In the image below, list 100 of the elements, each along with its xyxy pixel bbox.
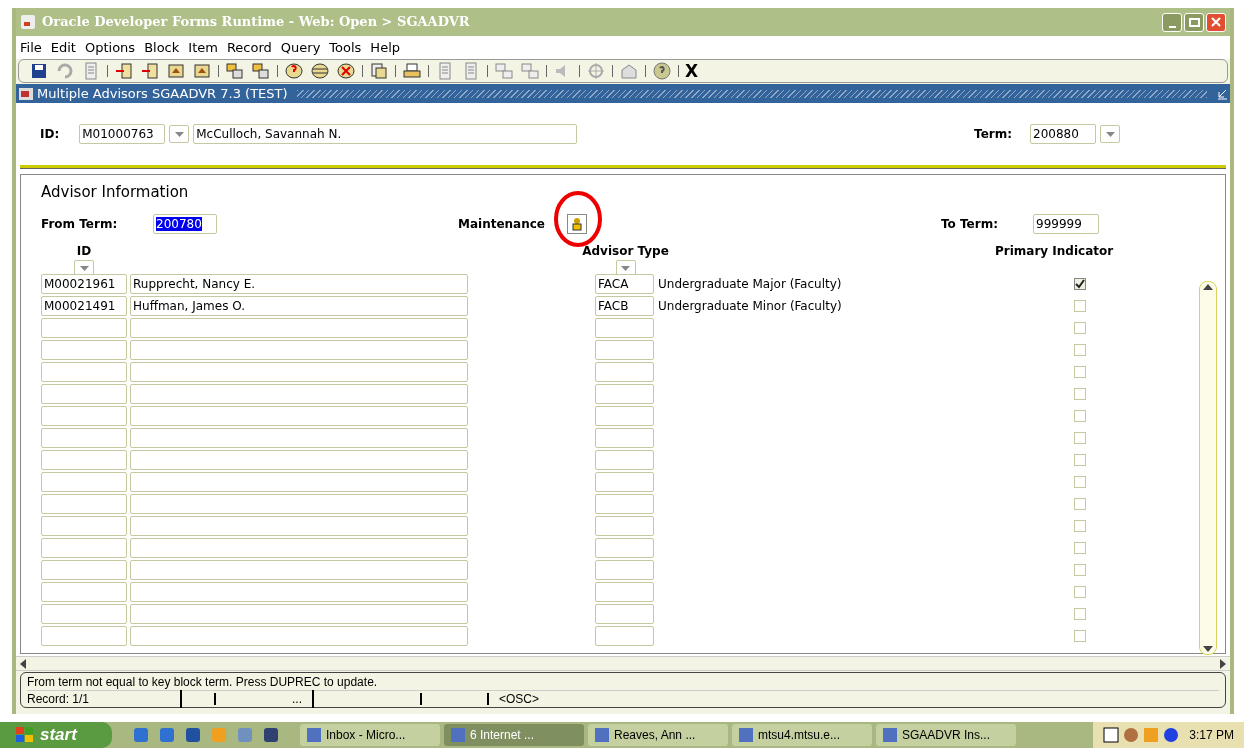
advisor-name-field[interactable] <box>130 581 468 602</box>
tray-up-icon[interactable] <box>166 61 186 81</box>
advisor-id-field[interactable] <box>41 405 127 426</box>
advisor-id-field[interactable]: M00021961 <box>41 273 127 294</box>
from-term-field[interactable]: 200780 <box>153 213 217 234</box>
advisor-type-field[interactable] <box>595 471 654 492</box>
menu-item[interactable]: Edit <box>50 37 76 58</box>
maintenance-button[interactable] <box>567 213 587 234</box>
advisor-type-field[interactable] <box>595 449 654 470</box>
menu-item[interactable]: Block <box>144 37 180 58</box>
taskbar-button[interactable]: 6 Internet ... <box>444 724 584 746</box>
menu-item[interactable]: Tools <box>329 37 362 58</box>
maximize-button[interactable] <box>1184 12 1204 32</box>
dropdown-button[interactable] <box>1100 125 1120 143</box>
exit-button[interactable]: X <box>685 62 699 80</box>
advisor-id-field[interactable] <box>41 427 127 448</box>
advisor-name-field[interactable] <box>130 449 468 470</box>
advisor-id-field[interactable] <box>41 317 127 338</box>
documents-icon[interactable] <box>369 61 389 81</box>
minimize-button[interactable] <box>1162 12 1182 32</box>
term-field[interactable]: 200880 <box>1030 124 1096 144</box>
advisor-type-field[interactable] <box>595 317 654 338</box>
advisor-type-field[interactable] <box>595 361 654 382</box>
advisor-type-field[interactable] <box>595 383 654 404</box>
crosshair-icon[interactable] <box>586 61 606 81</box>
advisor-name-field[interactable] <box>130 339 468 360</box>
advisor-id-field[interactable] <box>41 515 127 536</box>
advisor-id-field[interactable]: M00021491 <box>41 295 127 316</box>
database-cross-icon[interactable] <box>336 61 356 81</box>
dropdown-button[interactable] <box>169 125 190 143</box>
primary-checkbox[interactable] <box>1074 277 1086 290</box>
advisor-id-field[interactable] <box>41 361 127 382</box>
save-icon[interactable] <box>29 61 49 81</box>
advisor-type-field[interactable]: FACB <box>595 295 654 316</box>
advisor-type-field[interactable] <box>595 603 654 624</box>
advisor-name-field[interactable] <box>130 537 468 558</box>
minimize-arrow-icon[interactable] <box>1216 87 1228 100</box>
scroll-right-icon[interactable] <box>1220 658 1226 669</box>
advisor-name-field[interactable]: Rupprecht, Nancy E. <box>130 273 468 294</box>
advisor-type-field[interactable] <box>595 537 654 558</box>
menu-item[interactable]: Query <box>280 37 321 58</box>
advisor-name-field[interactable] <box>130 405 468 426</box>
horizontal-scrollbar[interactable] <box>16 656 1230 671</box>
vertical-scrollbar[interactable] <box>1199 281 1217 655</box>
advisor-id-field[interactable] <box>41 383 127 404</box>
advisor-id-field[interactable] <box>41 625 127 646</box>
advisor-type-field[interactable] <box>595 493 654 514</box>
scroll-up-icon[interactable] <box>1203 284 1213 290</box>
advisor-name-field[interactable]: Huffman, James O. <box>130 295 468 316</box>
advisor-id-field[interactable] <box>41 603 127 624</box>
insert-record-icon[interactable] <box>114 61 134 81</box>
database-icon[interactable] <box>310 61 330 81</box>
advisor-name-field[interactable] <box>130 625 468 646</box>
advisor-name-field[interactable] <box>130 471 468 492</box>
menu-item[interactable]: Record <box>226 37 272 58</box>
advisor-id-field[interactable] <box>41 537 127 558</box>
linked-boxes-icon[interactable] <box>520 61 540 81</box>
advisor-id-field[interactable] <box>41 339 127 360</box>
advisor-id-field[interactable] <box>41 581 127 602</box>
name-field[interactable]: McCulloch, Savannah N. <box>193 124 578 144</box>
advisor-name-field[interactable] <box>130 427 468 448</box>
advisor-name-field[interactable] <box>130 317 468 338</box>
advisor-type-field[interactable] <box>595 625 654 646</box>
menu-item[interactable]: File <box>20 37 42 58</box>
advisor-type-field[interactable] <box>595 581 654 602</box>
advisor-id-field[interactable] <box>41 559 127 580</box>
to-term-field[interactable]: 999999 <box>1033 213 1099 234</box>
database-question-icon[interactable] <box>284 61 304 81</box>
advisor-name-field[interactable] <box>130 361 468 382</box>
stacked-boxes-icon[interactable] <box>251 61 271 81</box>
advisor-type-field[interactable]: FACA <box>595 273 654 294</box>
advisor-type-field[interactable] <box>595 405 654 426</box>
taskbar-button[interactable]: Inbox - Micro... <box>300 724 440 746</box>
taskbar-button[interactable]: mtsu4.mtsu.e... <box>732 724 872 746</box>
taskbar-button[interactable]: SGAADVR Ins... <box>876 724 1016 746</box>
advisor-type-field[interactable] <box>595 339 654 360</box>
advisor-type-field[interactable] <box>595 515 654 536</box>
linked-boxes-icon[interactable] <box>494 61 514 81</box>
advisor-name-field[interactable] <box>130 383 468 404</box>
printer-icon[interactable] <box>402 61 422 81</box>
advisor-id-field[interactable] <box>41 493 127 514</box>
advisor-name-field[interactable] <box>130 559 468 580</box>
tray-down-icon[interactable] <box>192 61 212 81</box>
advisor-type-field[interactable] <box>595 427 654 448</box>
id-field[interactable]: M01000763 <box>79 124 166 144</box>
advisor-id-field[interactable] <box>41 471 127 492</box>
remove-record-icon[interactable] <box>140 61 160 81</box>
advisor-name-field[interactable] <box>130 515 468 536</box>
taskbar-button[interactable]: Reaves, Ann ... <box>588 724 728 746</box>
undo-icon[interactable] <box>55 61 75 81</box>
scroll-left-icon[interactable] <box>20 658 26 669</box>
advisor-id-field[interactable] <box>41 449 127 470</box>
advisor-name-field[interactable] <box>130 493 468 514</box>
menu-item[interactable]: Item <box>188 37 218 58</box>
menu-item[interactable]: Help <box>370 37 400 58</box>
close-button[interactable] <box>1206 12 1226 32</box>
menu-item[interactable]: Options <box>84 37 136 58</box>
scroll-down-icon[interactable] <box>1203 646 1213 652</box>
advisor-type-field[interactable] <box>595 559 654 580</box>
advisor-name-field[interactable] <box>130 603 468 624</box>
